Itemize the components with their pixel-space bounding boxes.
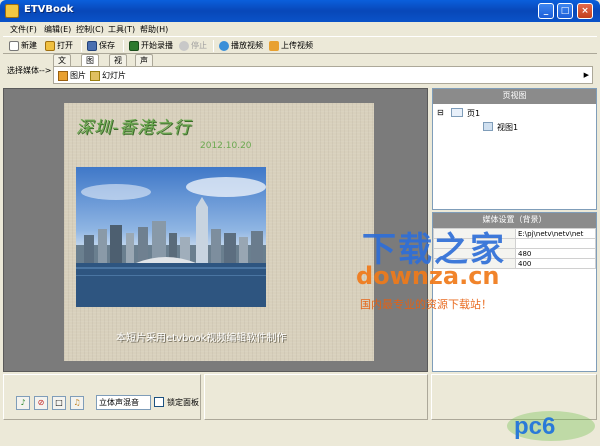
image-icon xyxy=(58,71,68,81)
minimize-button[interactable]: _ xyxy=(538,3,554,19)
media-selector: 选择媒体--> 文字 图形 视频 声音 图片 幻灯片 ▶ xyxy=(3,54,597,86)
stop-icon xyxy=(179,41,189,51)
tree-page-1[interactable]: 页1 xyxy=(467,108,480,119)
menu-tools[interactable]: 工具(T) xyxy=(108,24,135,35)
new-label: 新建 xyxy=(21,41,37,50)
pc6-logo-icon: pc6 xyxy=(507,411,595,441)
tab-audio[interactable]: 声音 xyxy=(135,54,153,76)
pc6-logo: pc6 xyxy=(506,404,596,442)
record-icon xyxy=(129,41,139,51)
settings-width-value[interactable]: 480 xyxy=(515,248,596,259)
watermark-domain: downza.cn xyxy=(356,262,500,290)
slide-title[interactable]: 深圳-香港之行 xyxy=(76,113,191,138)
menu-file[interactable]: 文件(F) xyxy=(10,24,37,35)
slideshow-icon xyxy=(90,71,100,81)
lock-panel-checkbox[interactable] xyxy=(154,397,164,407)
slide-caption[interactable]: 本短片采用etvbook视频编辑软件制作 xyxy=(116,329,286,344)
new-button[interactable]: 新建 xyxy=(9,39,37,53)
slide-date[interactable]: 2012.10.20 xyxy=(200,141,252,151)
stop-button[interactable]: 停止 xyxy=(179,39,207,53)
skyline-photo[interactable] xyxy=(76,167,266,307)
tree-expand-icon[interactable]: ⊟ xyxy=(437,108,444,117)
tab-video[interactable]: 视频 xyxy=(109,54,127,76)
title-bar: ETVBook _ □ × xyxy=(0,0,600,22)
upload-icon xyxy=(269,41,279,51)
save-disk-icon xyxy=(87,41,97,51)
audio-record-button[interactable]: ♪ xyxy=(16,396,30,410)
scroll-right-icon[interactable]: ▶ xyxy=(584,71,589,79)
toolbar-separator xyxy=(213,40,214,52)
audio-mode-field[interactable]: 立体声混音 xyxy=(96,395,151,410)
bottom-middle-panel xyxy=(204,374,428,420)
pc6-logo-text: pc6 xyxy=(514,413,555,440)
watermark-slogan: 国内最专业的资源下载站！ xyxy=(360,298,492,311)
menu-help[interactable]: 帮助(H) xyxy=(140,24,168,35)
maximize-button[interactable]: □ xyxy=(557,3,573,19)
page-view-panel: 页视图 ⊟ 页1 视图1 xyxy=(432,88,597,210)
play-video-button[interactable]: 播放视频 xyxy=(219,39,263,53)
page-view-header: 页视图 xyxy=(433,89,596,104)
media-item-panel: 图片 幻灯片 ▶ xyxy=(53,66,593,84)
open-folder-icon xyxy=(45,41,55,51)
record-button[interactable]: 开始录播 xyxy=(129,39,173,53)
save-button[interactable]: 保存 xyxy=(87,39,115,53)
media-item-image[interactable]: 图片 xyxy=(58,70,86,82)
save-label: 保存 xyxy=(99,41,115,50)
toolbar-separator xyxy=(81,40,82,52)
menu-bar: 文件(F) 编辑(E) 控制(C) 工具(T) 帮助(H) xyxy=(0,22,600,36)
upload-video-label: 上传视频 xyxy=(281,41,313,50)
menu-edit[interactable]: 编辑(E) xyxy=(44,24,71,35)
window-title: ETVBook xyxy=(24,4,74,15)
settings-color-value[interactable] xyxy=(515,238,596,249)
settings-height-value[interactable]: 400 xyxy=(515,258,596,269)
stop-label: 停止 xyxy=(191,41,207,50)
settings-path-value[interactable]: E:\pj\netv\netv\net xyxy=(515,228,596,239)
record-label: 开始录播 xyxy=(141,41,173,50)
media-item-slideshow-label: 幻灯片 xyxy=(102,71,126,80)
close-button[interactable]: × xyxy=(577,3,593,19)
mute-button[interactable]: ⊘ xyxy=(34,396,48,410)
toolbar-separator xyxy=(123,40,124,52)
volume-button[interactable]: ♫ xyxy=(70,396,84,410)
page-icon xyxy=(451,108,463,117)
tree-view-1[interactable]: 视图1 xyxy=(497,122,518,133)
slide-preview[interactable]: 深圳-香港之行 2012.10.20 本短片采用etvbook视频编辑软件制作 xyxy=(64,103,374,361)
media-select-label: 选择媒体--> xyxy=(7,66,52,75)
open-button[interactable]: 打开 xyxy=(45,39,73,53)
tab-text[interactable]: 文字 xyxy=(53,54,71,76)
play-icon xyxy=(219,41,229,51)
open-label: 打开 xyxy=(57,41,73,50)
toolbar: 新建 打开 保存 开始录播 停止 播放视频 上传视频 xyxy=(3,36,597,54)
app-icon xyxy=(5,4,19,18)
lock-panel-label: 锁定面板 xyxy=(167,398,199,407)
upload-video-button[interactable]: 上传视频 xyxy=(269,39,313,53)
audio-control-panel: ♪ ⊘ □ ♫ 立体声混音 锁定面板 xyxy=(3,374,201,420)
media-item-slideshow[interactable]: 幻灯片 xyxy=(90,70,126,82)
new-file-icon xyxy=(9,41,19,51)
view-icon xyxy=(483,122,493,131)
skyline-image xyxy=(76,177,266,307)
play-video-label: 播放视频 xyxy=(231,41,263,50)
menu-control[interactable]: 控制(C) xyxy=(76,24,104,35)
blank-button[interactable]: □ xyxy=(52,396,66,410)
media-item-image-label: 图片 xyxy=(70,71,86,80)
